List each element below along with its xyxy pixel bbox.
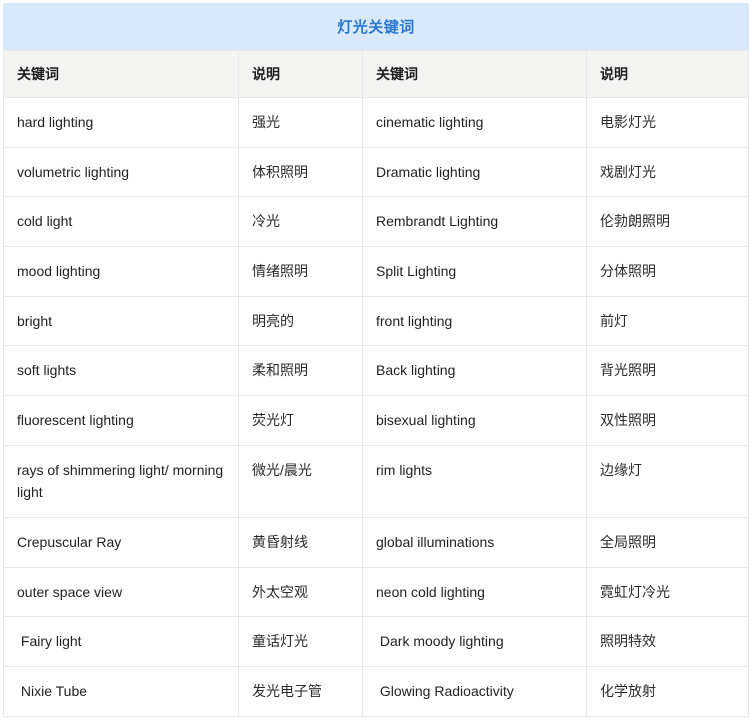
- cell-keyword-right: global illuminations: [362, 517, 587, 568]
- cell-keyword-left: Fairy light: [3, 616, 239, 668]
- cell-desc-right: 边缘灯: [585, 444, 750, 519]
- cell-keyword-right: front lighting: [362, 295, 587, 347]
- cell-desc-left: 柔和照明: [238, 345, 363, 397]
- cell-keyword-left: volumetric lighting: [3, 146, 239, 198]
- cell-keyword-right: rim lights: [362, 444, 587, 519]
- cell-desc-left: 冷光: [238, 196, 363, 248]
- table-head: 灯光关键词 关键词 说明 关键词 说明: [2, 3, 750, 98]
- cell-keyword-left: mood lighting: [3, 246, 239, 297]
- column-header-desc-right: 说明: [585, 50, 750, 98]
- cell-keyword-right: Dark moody lighting: [362, 616, 587, 668]
- cell-keyword-left: bright: [3, 295, 239, 347]
- table-title-row: 灯光关键词: [2, 3, 750, 51]
- table-column-header-row: 关键词 说明 关键词 说明: [3, 50, 750, 98]
- cell-keyword-left: soft lights: [3, 345, 239, 397]
- cell-desc-left: 荧光灯: [238, 395, 363, 446]
- cell-keyword-right: neon cold lighting: [362, 566, 587, 618]
- table-body: hard lighting 强光 cinematic lighting 电影灯光 vol…: [3, 97, 750, 717]
- cell-desc-right: 双性照明: [585, 395, 750, 446]
- table-row: Nixie Tube 发光电子管 Glowing Radioactivity 化学放…: [3, 666, 750, 717]
- column-header-keyword-left: 关键词: [3, 50, 239, 98]
- cell-desc-left: 发光电子管: [238, 666, 363, 717]
- cell-desc-right: 全局照明: [585, 517, 750, 568]
- cell-desc-left: 外太空观: [238, 566, 363, 618]
- table-row: soft lights 柔和照明 Back lighting 背光照明: [3, 345, 750, 397]
- cell-keyword-left: hard lighting: [3, 97, 239, 148]
- cell-desc-left: 黄昏射线: [238, 517, 363, 568]
- cell-desc-right: 戏剧灯光: [585, 146, 750, 198]
- table-row: outer space view 外太空观 neon cold lighting 霓虹…: [3, 566, 750, 618]
- cell-keyword-right: Split Lighting: [362, 246, 587, 297]
- cell-desc-right: 化学放射: [585, 666, 750, 717]
- cell-keyword-right: Rembrandt Lighting: [362, 196, 587, 248]
- cell-keyword-left: Nixie Tube: [3, 666, 239, 717]
- cell-keyword-right: bisexual lighting: [362, 395, 587, 446]
- table-row: fluorescent lighting 荧光灯 bisexual lighting…: [3, 395, 750, 446]
- table-row: Crepuscular Ray 黄昏射线 global illuminations 全…: [3, 517, 750, 568]
- table-row: mood lighting 情绪照明 Split Lighting 分体照明: [3, 246, 750, 297]
- table-row: cold light 冷光 Rembrandt Lighting 伦勃朗照明: [3, 196, 750, 248]
- cell-desc-left: 明亮的: [238, 295, 363, 347]
- cell-keyword-left: fluorescent lighting: [3, 395, 239, 446]
- cell-keyword-left: rays of shimmering light/ morning light: [3, 444, 239, 519]
- cell-keyword-right: Dramatic lighting: [362, 146, 587, 198]
- cell-desc-left: 体积照明: [238, 146, 363, 198]
- table-row: Fairy light 童话灯光 Dark moody lighting 照明特效: [3, 616, 750, 668]
- table-title: 灯光关键词: [2, 3, 750, 51]
- table-row: bright 明亮的 front lighting 前灯: [3, 295, 750, 347]
- cell-keyword-left: cold light: [3, 196, 239, 248]
- cell-keyword-left: Crepuscular Ray: [3, 517, 239, 568]
- cell-keyword-left: outer space view: [3, 566, 239, 618]
- cell-keyword-right: Glowing Radioactivity: [362, 666, 587, 717]
- cell-desc-right: 前灯: [585, 295, 750, 347]
- cell-desc-right: 背光照明: [585, 345, 750, 397]
- lighting-keyword-table: 灯光关键词 关键词 说明 关键词 说明 hard lighting 强光 cinem…: [2, 3, 750, 717]
- column-header-desc-left: 说明: [238, 50, 363, 98]
- cell-desc-right: 霓虹灯冷光: [585, 566, 750, 618]
- cell-desc-left: 童话灯光: [238, 616, 363, 668]
- table-row: volumetric lighting 体积照明 Dramatic lighting…: [3, 146, 750, 198]
- column-header-keyword-right: 关键词: [362, 50, 587, 98]
- cell-desc-left: 微光/晨光: [238, 444, 363, 519]
- cell-desc-left: 情绪照明: [238, 246, 363, 297]
- table-row: hard lighting 强光 cinematic lighting 电影灯光: [3, 97, 750, 148]
- cell-desc-right: 电影灯光: [585, 97, 750, 148]
- table-row: rays of shimmering light/ morning light 微…: [3, 444, 750, 519]
- cell-desc-right: 伦勃朗照明: [585, 196, 750, 248]
- cell-desc-left: 强光: [238, 97, 363, 148]
- cell-keyword-right: Back lighting: [362, 345, 587, 397]
- lighting-keyword-table-container: 灯光关键词 关键词 说明 关键词 说明 hard lighting 强光 cinem…: [2, 3, 750, 717]
- cell-keyword-right: cinematic lighting: [362, 97, 587, 148]
- cell-desc-right: 照明特效: [585, 616, 750, 668]
- cell-desc-right: 分体照明: [585, 246, 750, 297]
